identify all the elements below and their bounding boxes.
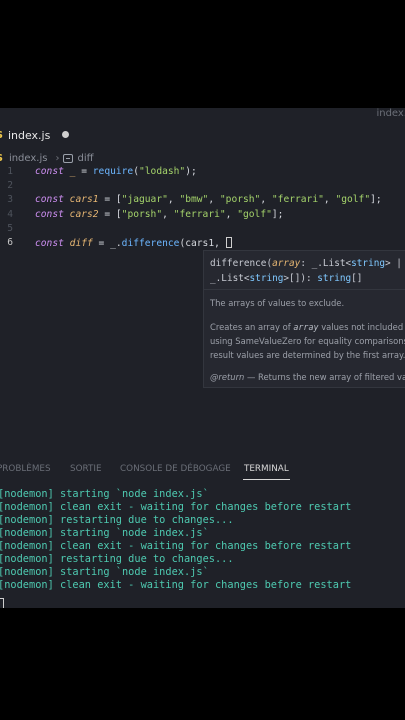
line-number: 1 (7, 166, 13, 177)
code-token: "porsh" (121, 208, 163, 220)
code-token: const (35, 208, 64, 220)
code-token: , (260, 194, 272, 206)
signature-token: : _. (300, 258, 323, 269)
active-tab-indicator (243, 479, 290, 480)
terminal-cursor (0, 598, 4, 608)
signature-token: [] (351, 273, 363, 284)
terminal-line: [nodemon] starting `node index.js` (0, 566, 209, 578)
code-token: difference (121, 238, 180, 249)
terminal-line: [nodemon] starting `node index.js` (0, 488, 209, 500)
code-token: "golf" (237, 208, 272, 220)
code-token: = (75, 166, 93, 177)
signature-token: List (322, 258, 346, 269)
signature-token: _. (210, 273, 222, 284)
chevron-right-icon: › (55, 152, 60, 164)
code-token: cars2 (69, 208, 99, 220)
signature-token: string (351, 258, 386, 269)
signature-token: difference( (210, 258, 273, 269)
code-token: const (35, 194, 64, 206)
tab-debug-console[interactable]: CONSOLE DE DÉBOGAGE (120, 464, 231, 474)
tab-index-js[interactable]: JS index.js (0, 122, 78, 148)
param-doc: The arrays of values to exclude. (210, 298, 345, 308)
code-token: "ferrari" (173, 208, 226, 220)
code-token: , (323, 194, 336, 206)
code-token: , (225, 208, 238, 220)
code-token: = [ (98, 194, 122, 206)
code-line[interactable]: 6 const diff = _.difference(cars1, (0, 237, 405, 250)
tab-label: index.js (7, 128, 51, 142)
terminal-line: [nodemon] clean exit - waiting for chang… (0, 579, 352, 591)
signature-token: string (317, 273, 352, 284)
line-number: 3 (7, 194, 13, 206)
function-signature: difference(array: _.List<string> | nul _… (210, 256, 405, 286)
panel-tabs: PROBLÈMES SORTIE CONSOLE DE DÉBOGAGE TER… (0, 464, 405, 480)
terminal-line: [nodemon] clean exit - waiting for chang… (0, 540, 352, 552)
unsaved-dot-icon[interactable] (62, 131, 69, 138)
tab-output[interactable]: SORTIE (70, 464, 102, 474)
code-token: ); (185, 166, 197, 177)
breadcrumb: JS index.js › diff (0, 151, 93, 165)
code-text: const cars2 = ["porsh", "ferrari", "golf… (35, 209, 283, 220)
signature-token: >[]): (283, 273, 318, 284)
text-cursor (225, 237, 232, 248)
code-line[interactable]: 4 const cars2 = ["porsh", "ferrari", "gol… (0, 209, 405, 222)
code-token: "golf" (335, 194, 371, 206)
code-token: cars1 (69, 194, 99, 206)
tab-bar: JS index.js (0, 122, 405, 148)
code-token: diff (69, 238, 93, 249)
code-line[interactable]: 3 const cars1 = ["jaguar", "bmw", "porsh"… (0, 194, 405, 207)
code-line[interactable]: 1 const _ = require("lodash"); (0, 166, 405, 179)
signature-token: string (249, 273, 284, 284)
code-token: const (35, 166, 64, 177)
description-line: Creates an array of array values not inc… (210, 322, 404, 332)
terminal-line: [nodemon] clean exit - waiting for chang… (0, 501, 352, 513)
line-number: 5 (7, 222, 13, 234)
line-number: 4 (7, 208, 13, 220)
signature-token: > | nul (385, 258, 402, 269)
code-token: require (92, 166, 134, 177)
line-number: 2 (7, 180, 13, 192)
code-token: , (162, 208, 174, 220)
description-line: using SameValueZero for equality compari… (210, 336, 405, 346)
description-line: result values are determined by the firs… (210, 350, 405, 360)
code-line[interactable]: 2 (0, 180, 405, 193)
signature-token: List (221, 273, 244, 284)
code-token: "ferrari" (271, 194, 324, 206)
code-text: const _ = require("lodash"); (35, 166, 197, 177)
code-token: const (35, 238, 64, 249)
tab-terminal[interactable]: TERMINAL (244, 464, 289, 474)
terminal-line: [nodemon] restarting due to changes... (0, 553, 234, 565)
signature-token: array (272, 258, 301, 269)
code-token: ]; (370, 194, 382, 206)
code-token: ]; (271, 208, 284, 220)
javascript-file-icon: JS (0, 153, 3, 164)
variable-icon (63, 153, 74, 163)
breadcrumb-symbol[interactable]: diff (77, 153, 93, 164)
terminal-line: [nodemon] restarting due to changes... (0, 514, 234, 526)
javascript-file-icon: JS (0, 130, 3, 141)
code-token: , (167, 194, 180, 206)
code-token: "lodash" (139, 166, 186, 177)
code-token: = _. (92, 238, 122, 249)
code-text: const diff = _.difference(cars1, (35, 237, 232, 249)
tab-problems[interactable]: PROBLÈMES (0, 464, 51, 474)
hover-tooltip: difference(array: _.List<string> | nul _… (203, 250, 405, 388)
tooltip-divider (204, 289, 405, 290)
terminal-line: [nodemon] starting `node index.js` (0, 527, 209, 539)
code-token: = [ (98, 208, 122, 220)
code-token: "bmw" (179, 194, 209, 206)
breadcrumb-file[interactable]: index.js (9, 153, 48, 164)
code-token: , (208, 194, 220, 206)
editor-window: index. JS index.js JS index.js › diff 1 c… (0, 108, 405, 608)
code-token: "jaguar" (121, 194, 168, 206)
bottom-panel: PROBLÈMES SORTIE CONSOLE DE DÉBOGAGE TER… (0, 458, 405, 608)
window-title: index. (376, 108, 405, 119)
code-line[interactable]: 5 (0, 223, 405, 236)
line-number: 6 (7, 237, 13, 248)
code-token: (cars1, (179, 238, 226, 249)
code-text: const cars1 = ["jaguar", "bmw", "porsh",… (35, 194, 382, 205)
return-doc: @return — Returns the new array of filte… (210, 372, 405, 382)
code-token: "porsh" (219, 194, 261, 206)
